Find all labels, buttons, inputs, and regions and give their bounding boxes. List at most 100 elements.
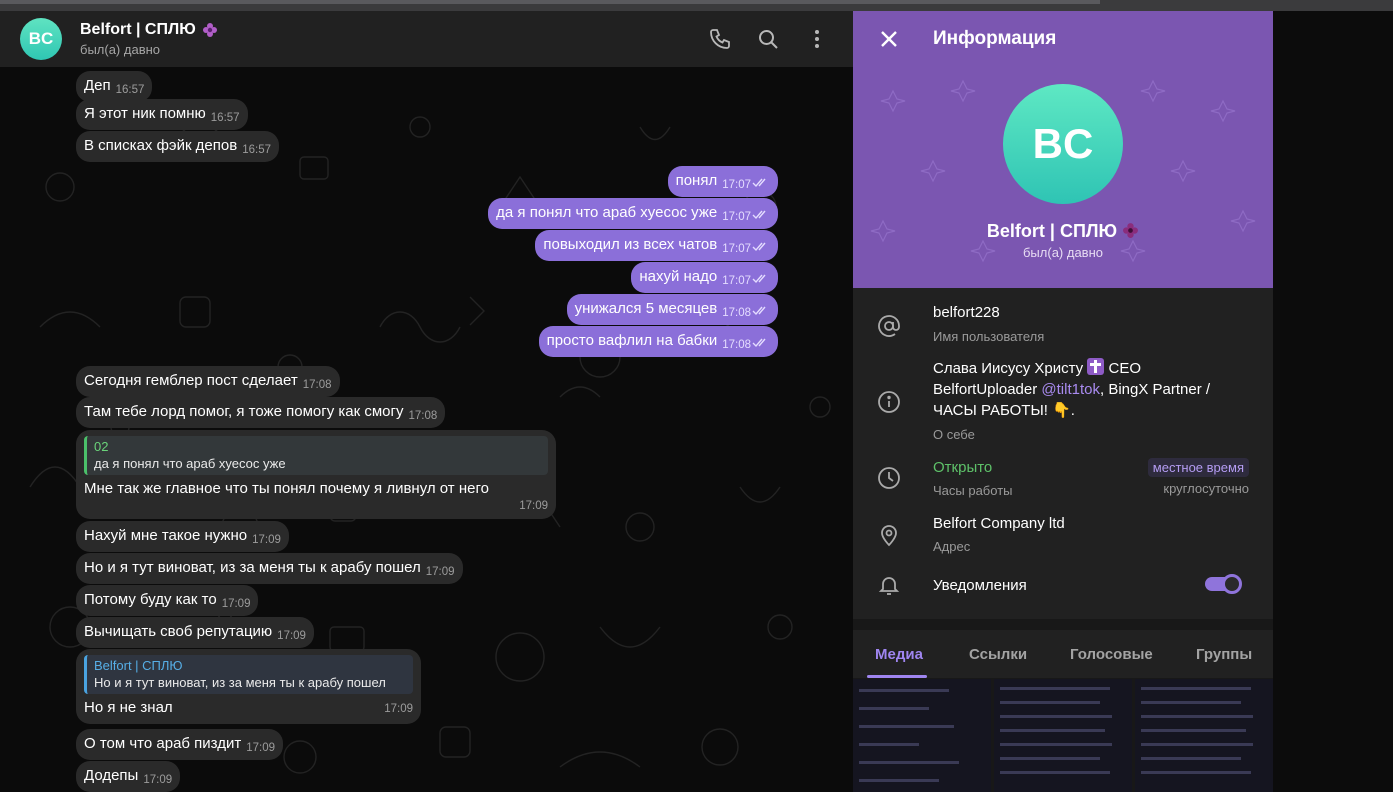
message-time: 17:09 bbox=[425, 566, 455, 578]
flower-emoji-icon bbox=[202, 23, 217, 37]
info-icon bbox=[878, 391, 900, 413]
tab-media[interactable]: Медиа bbox=[875, 646, 923, 663]
message-text: Я этот ник помню bbox=[84, 105, 206, 122]
message-text: Но я не знал bbox=[84, 699, 173, 716]
message-time: 17:07 bbox=[722, 275, 751, 287]
media-thumbnail[interactable] bbox=[994, 679, 1132, 792]
message-incoming[interactable]: В списках фэйк депов 16:57 bbox=[76, 131, 279, 162]
search-icon[interactable] bbox=[756, 27, 780, 51]
profile-avatar[interactable]: BC bbox=[1003, 84, 1123, 204]
address-label: Адрес bbox=[933, 539, 971, 554]
tab-groups[interactable]: Группы bbox=[1196, 646, 1252, 663]
read-checkmarks-icon bbox=[752, 242, 766, 252]
bio-line1b: CEO bbox=[1108, 360, 1142, 377]
message-incoming[interactable]: Там тебе лорд помог, я тоже помогу как с… bbox=[76, 397, 446, 428]
message-incoming[interactable]: Вычищать своб репутацию 17:09 bbox=[76, 617, 314, 648]
message-incoming[interactable]: Деп 16:57 bbox=[76, 71, 153, 102]
message-outgoing[interactable]: нахуй надо 17:07 bbox=[631, 262, 778, 293]
local-time-button[interactable]: местное время bbox=[1147, 458, 1249, 477]
message-text: нахуй надо bbox=[639, 268, 718, 285]
reply-quote[interactable]: 02 да я понял что араб хуесос уже bbox=[84, 436, 548, 475]
message-time: 16:57 bbox=[242, 144, 271, 156]
message-text: Потому буду как то bbox=[84, 591, 217, 608]
message-text: повыходил из всех чатов bbox=[543, 236, 718, 253]
message-text: О том что араб пиздит bbox=[84, 735, 242, 752]
message-time: 17:08 bbox=[302, 379, 332, 391]
bio-mention-link[interactable]: @tilt1tok bbox=[1041, 381, 1100, 398]
message-time: 16:57 bbox=[115, 84, 145, 96]
profile-name-text: Belfort | СПЛЮ bbox=[986, 221, 1118, 241]
clock-icon bbox=[878, 467, 900, 489]
message-time: 17:07 bbox=[722, 179, 751, 191]
profile-name: Belfort | СПЛЮ bbox=[853, 221, 1273, 242]
message-time: 17:08 bbox=[722, 339, 751, 351]
chat-status: был(а) давно bbox=[80, 42, 161, 57]
bio-text[interactable]: Слава Иисусу Христу CEO BelfortUploader … bbox=[933, 358, 1253, 421]
media-thumbnail[interactable] bbox=[853, 679, 991, 792]
message-reply[interactable]: 02 да я понял что араб хуесос уже Мне та… bbox=[76, 430, 556, 519]
message-time: 17:07 bbox=[722, 211, 751, 223]
message-reply[interactable]: Belfort | СПЛЮ Но и я тут виноват, из за… bbox=[76, 649, 421, 724]
read-checkmarks-icon bbox=[752, 306, 766, 316]
message-incoming[interactable]: О том что араб пиздит 17:09 bbox=[76, 729, 284, 760]
message-outgoing[interactable]: понял 17:07 bbox=[667, 166, 778, 197]
message-text: просто вафлил на бабки bbox=[546, 332, 718, 349]
media-thumbnail[interactable] bbox=[1135, 679, 1273, 792]
reply-author: Belfort | СПЛЮ bbox=[94, 658, 183, 673]
tab-links[interactable]: Ссылки bbox=[969, 646, 1027, 663]
chat-avatar[interactable]: BC bbox=[20, 18, 62, 60]
message-outgoing[interactable]: унижался 5 месяцев 17:08 bbox=[566, 294, 778, 325]
message-time: 17:09 bbox=[143, 774, 173, 786]
message-incoming[interactable]: Но и я тут виноват, из за меня ты к араб… bbox=[76, 553, 463, 584]
chat-title[interactable]: Belfort | СПЛЮ bbox=[80, 21, 218, 39]
message-text: понял bbox=[675, 172, 718, 189]
message-time: 17:08 bbox=[722, 307, 751, 319]
message-outgoing[interactable]: да я понял что араб хуесос уже 17:07 bbox=[488, 198, 778, 229]
username-label: Имя пользователя bbox=[933, 329, 1045, 344]
location-pin-icon bbox=[881, 525, 897, 547]
address-value[interactable]: Belfort Company ltd bbox=[933, 513, 1065, 534]
window-top-line bbox=[0, 0, 1100, 4]
bio-line3: ЧАСЫ РАБОТЫ! bbox=[933, 402, 1048, 419]
read-checkmarks-icon bbox=[752, 178, 766, 188]
chat-area: BC Belfort | СПЛЮ был(а) давно Деп 16:57 … bbox=[0, 11, 853, 792]
notifications-toggle[interactable] bbox=[1205, 574, 1242, 594]
message-text: унижался 5 месяцев bbox=[574, 300, 718, 317]
window-top-strip bbox=[0, 0, 1393, 11]
message-text: Деп bbox=[84, 77, 111, 94]
read-checkmarks-icon bbox=[752, 274, 766, 284]
notifications-label: Уведомления bbox=[933, 577, 1027, 594]
bio-label: О себе bbox=[933, 427, 975, 442]
message-text: Додепы bbox=[84, 767, 139, 784]
profile-header: Информация BC Belfort | СПЛЮ был(а) давн… bbox=[853, 11, 1273, 288]
username-value[interactable]: belfort228 bbox=[933, 302, 1000, 323]
message-text: Но и я тут виноват, из за меня ты к араб… bbox=[84, 559, 421, 576]
phone-icon[interactable] bbox=[708, 27, 732, 51]
message-outgoing[interactable]: повыходил из всех чатов 17:07 bbox=[535, 230, 778, 261]
message-incoming[interactable]: Нахуй мне такое нужно 17:09 bbox=[76, 521, 289, 552]
message-time: 16:57 bbox=[210, 112, 240, 124]
reply-quote[interactable]: Belfort | СПЛЮ Но и я тут виноват, из за… bbox=[84, 655, 413, 694]
message-incoming[interactable]: Додепы 17:09 bbox=[76, 761, 181, 792]
profile-status: был(а) давно bbox=[1022, 245, 1103, 260]
close-icon[interactable] bbox=[877, 27, 901, 51]
message-incoming[interactable]: Потому буду как то 17:09 bbox=[76, 585, 259, 616]
reply-quote-text: да я понял что араб хуесос уже bbox=[94, 456, 286, 471]
cross-emoji-icon bbox=[1087, 358, 1105, 375]
message-time: 17:09 bbox=[384, 703, 413, 715]
media-tabs: Медиа Ссылки Голосовые Группы bbox=[853, 630, 1273, 678]
message-time: 17:09 bbox=[519, 500, 548, 512]
more-menu-icon[interactable] bbox=[805, 27, 829, 51]
tab-voice[interactable]: Голосовые bbox=[1070, 646, 1153, 663]
message-time: 17:09 bbox=[246, 742, 276, 754]
message-incoming[interactable]: Я этот ник помню 16:57 bbox=[76, 99, 248, 130]
message-incoming[interactable]: Сегодня гемблер пост сделает 17:08 bbox=[76, 366, 340, 397]
bio-line2a: BelfortUploader bbox=[933, 381, 1038, 398]
hours-label: Часы работы bbox=[933, 483, 1013, 498]
message-outgoing[interactable]: просто вафлил на бабки 17:08 bbox=[538, 326, 778, 357]
bio-line1: Слава Иисусу Христу bbox=[933, 360, 1084, 377]
hours-value: круглосуточно bbox=[1163, 481, 1249, 496]
message-text: да я понял что араб хуесос уже bbox=[496, 204, 718, 221]
message-text: Нахуй мне такое нужно bbox=[84, 527, 248, 544]
chat-title-text: Belfort | СПЛЮ bbox=[80, 21, 196, 38]
